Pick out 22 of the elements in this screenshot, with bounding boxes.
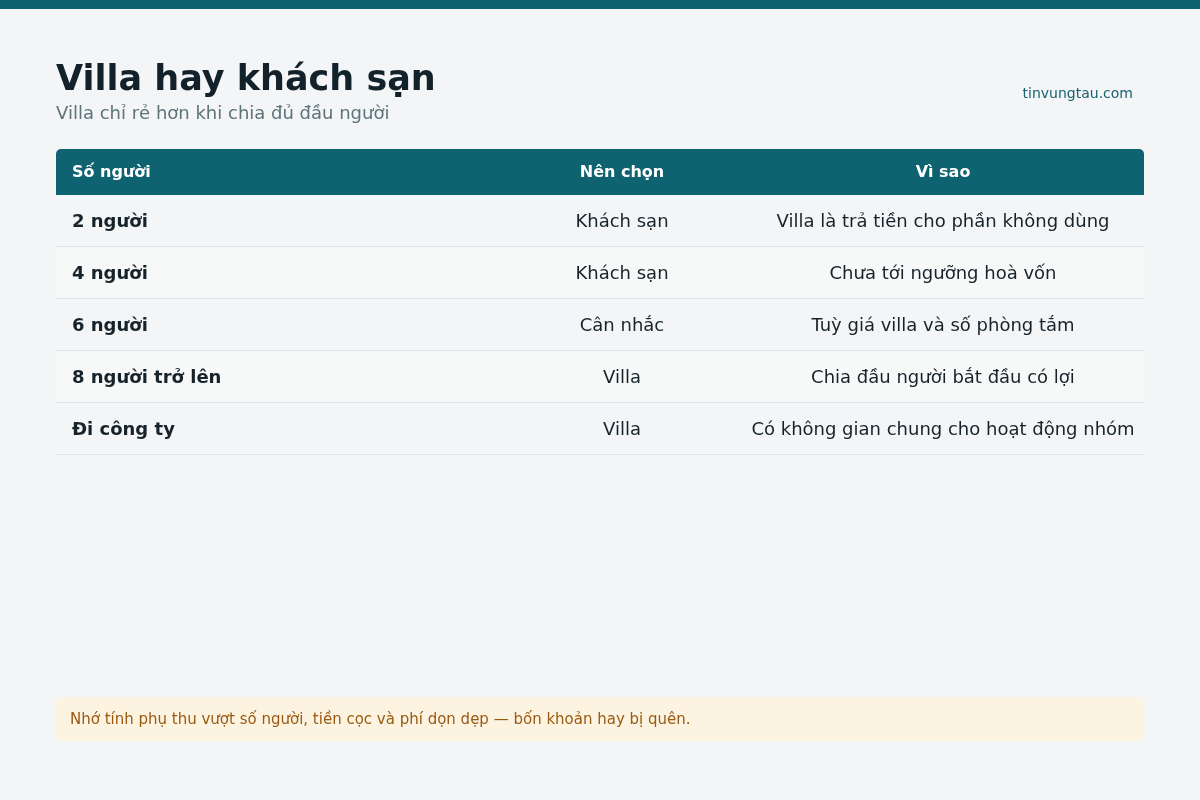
table-cell-text: Villa [603,417,641,441]
note-banner: Nhớ tính phụ thu vượt số người, tiền cọc và phí dọn dẹp — bốn khoản hay bị quên. [56,697,1144,741]
table-cell-text: Khách sạn [575,209,669,233]
table-cell: 4 người [72,262,148,283]
table-cell: 8 người trở lên [72,366,222,387]
table-cell-text: Villa [603,365,641,389]
table-cell-text: Tuỳ giá villa và số phòng tắm [811,313,1075,337]
site-link[interactable]: tinvungtau.com [1022,83,1133,104]
column-header: Vì sao [915,162,971,181]
table-cell-text: Khách sạn [575,261,669,285]
table-cell: 6 người [72,314,148,335]
table-cell-text: Chưa tới ngưỡng hoà vốn [829,261,1057,285]
column-header: Nên chọn [579,162,665,181]
table-cell-text: Villa là trả tiền cho phần không dùng [776,209,1110,233]
table-cell: 2 người [72,210,148,231]
page-title: Villa hay khách sạn [56,57,436,99]
table-cell-text: Chia đầu người bắt đầu có lợi [811,365,1075,389]
table-cell: Đi công ty [72,418,175,439]
table-cell-text: Cân nhắc [579,313,665,337]
table-cell-text: Có không gian chung cho hoạt động nhóm [751,417,1135,441]
page-subtitle: Villa chỉ rẻ hơn khi chia đủ đầu người [56,101,391,125]
column-header: Số người [72,162,151,181]
